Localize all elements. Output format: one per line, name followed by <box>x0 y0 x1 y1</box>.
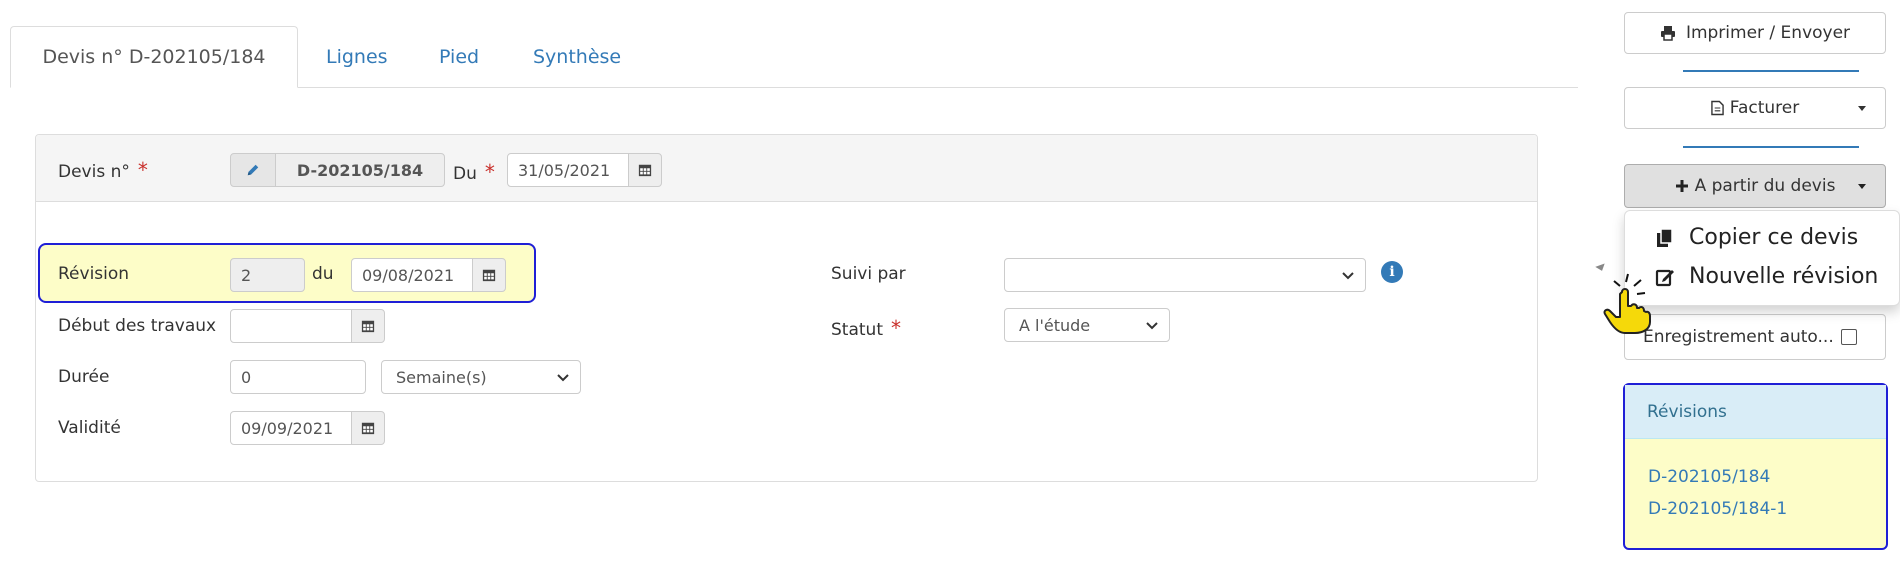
tab-devis[interactable]: Devis n° D-202105/184 <box>10 26 298 88</box>
devis-date-input[interactable]: 31/05/2021 <box>507 153 629 187</box>
tab-synthese[interactable]: Synthèse <box>509 26 645 88</box>
print-send-button[interactable]: Imprimer / Envoyer <box>1624 12 1886 54</box>
menu-item-new-revision-label: Nouvelle révision <box>1689 264 1879 289</box>
status-value: A l'étude <box>1019 315 1091 335</box>
duration-unit-select[interactable]: Semaine(s) <box>381 360 581 394</box>
autosave-label: Enregistrement auto... <box>1643 327 1834 347</box>
calendar-icon <box>638 164 652 177</box>
edit-icon <box>1655 269 1674 286</box>
revision-link[interactable]: D-202105/184-1 <box>1648 499 1787 519</box>
chevron-down-icon <box>1858 184 1866 189</box>
hand-cursor-icon <box>1600 272 1652 334</box>
tab-devis-label: Devis n° D-202105/184 <box>42 46 266 68</box>
invoice-file-icon <box>1710 100 1724 116</box>
print-send-label: Imprimer / Envoyer <box>1685 23 1851 43</box>
print-icon <box>1660 26 1675 41</box>
chevron-down-icon <box>1342 272 1354 280</box>
devis-number-field: D-202105/184 <box>275 153 445 187</box>
validity-date-calendar-button[interactable] <box>351 411 385 445</box>
menu-item-copy-quote[interactable]: Copier ce devis <box>1655 225 1858 250</box>
duration-label: Durée <box>58 367 110 387</box>
duration-input[interactable]: 0 <box>230 360 366 394</box>
status-label: Statut * <box>831 316 901 340</box>
tab-synthese-label: Synthèse <box>533 46 622 68</box>
followed-by-select[interactable] <box>1004 258 1366 292</box>
du-label: Du * <box>453 160 495 184</box>
revision-date-input[interactable]: 09/08/2021 <box>351 258 473 292</box>
revision-number-field: 2 <box>230 258 305 292</box>
chevron-down-icon <box>1146 322 1158 330</box>
info-icon[interactable]: i <box>1381 261 1403 283</box>
duration-unit-value: Semaine(s) <box>396 367 487 387</box>
tab-lignes-label: Lignes <box>326 46 388 68</box>
revision-link[interactable]: D-202105/184 <box>1648 467 1770 487</box>
revisions-title: Révisions <box>1625 385 1886 439</box>
plus-icon <box>1675 180 1688 192</box>
calendar-icon <box>361 422 375 435</box>
tab-pied[interactable]: Pied <box>415 26 503 88</box>
revision-du-label: du <box>312 264 334 284</box>
chevron-down-icon <box>1858 106 1866 111</box>
autosave-toggle[interactable]: Enregistrement auto... <box>1624 314 1886 360</box>
invoice-label: Facturer <box>1729 98 1800 118</box>
start-date-calendar-button[interactable] <box>351 309 385 343</box>
invoice-button[interactable]: Facturer <box>1624 87 1886 129</box>
from-quote-dropdown-button[interactable]: A partir du devis <box>1624 164 1886 208</box>
revision-date-calendar-button[interactable] <box>472 258 506 292</box>
print-underline <box>1683 70 1859 72</box>
calendar-icon <box>361 320 375 333</box>
devis-number-label: Devis n° * <box>58 158 148 182</box>
pencil-icon <box>247 164 259 176</box>
invoice-underline <box>1683 146 1859 148</box>
start-date-input[interactable] <box>230 309 352 343</box>
chevron-down-icon <box>557 374 569 382</box>
autosave-checkbox[interactable] <box>1841 329 1857 345</box>
menu-item-new-revision[interactable]: Nouvelle révision <box>1655 264 1878 289</box>
followed-by-label: Suivi par <box>831 264 906 284</box>
validity-date-input[interactable]: 09/09/2021 <box>230 411 352 445</box>
status-select[interactable]: A l'étude <box>1004 308 1170 342</box>
tab-lignes[interactable]: Lignes <box>302 26 412 88</box>
validity-label: Validité <box>58 418 121 438</box>
from-quote-label: A partir du devis <box>1694 176 1836 196</box>
calendar-icon <box>482 269 496 282</box>
devis-date-calendar-button[interactable] <box>628 153 662 187</box>
start-date-label: Début des travaux <box>58 316 217 336</box>
copy-icon <box>1657 227 1673 247</box>
edit-number-button[interactable] <box>230 153 276 187</box>
menu-item-copy-quote-label: Copier ce devis <box>1689 225 1859 250</box>
tab-pied-label: Pied <box>439 46 480 68</box>
revision-label: Révision <box>58 264 130 284</box>
